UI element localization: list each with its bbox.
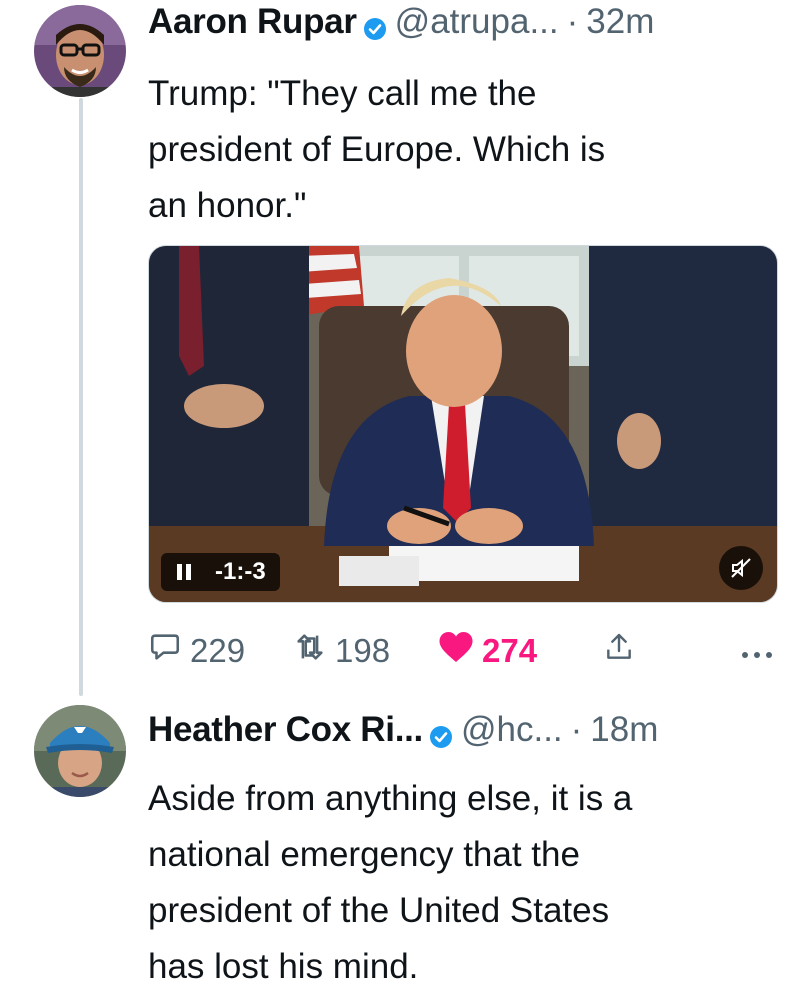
verified-badge-icon <box>363 10 387 40</box>
share-button[interactable] <box>603 631 643 671</box>
avatar-heather-cox-richardson[interactable] <box>34 705 126 797</box>
video-controls: -1:-3 <box>161 552 280 592</box>
mute-icon[interactable] <box>719 546 763 590</box>
author-name[interactable]: Heather Cox Ri... <box>148 710 423 750</box>
tweet-time[interactable]: 18m <box>590 710 658 750</box>
retweet-icon <box>293 630 335 672</box>
more-icon[interactable] <box>740 634 774 668</box>
tweet-1-header: Aaron Rupar @atrupa... · 32m <box>148 0 654 44</box>
retweet-count: 198 <box>335 632 391 669</box>
heart-icon <box>438 630 482 672</box>
author-name[interactable]: Aaron Rupar <box>148 2 357 42</box>
reply-count: 229 <box>190 632 246 669</box>
tweet-2-text: Aside from anything else, it is a nation… <box>148 779 633 986</box>
reply-icon <box>148 630 190 672</box>
video-frame <box>149 246 777 602</box>
tweet-video[interactable]: -1:-3 <box>148 245 778 603</box>
verified-badge-icon <box>429 718 453 748</box>
avatar-aaron-rupar[interactable] <box>34 5 126 97</box>
tweet-1-text: Trump: "They call me the president of Eu… <box>148 74 606 225</box>
header-separator: · <box>570 710 583 749</box>
reply-button[interactable]: 229 <box>148 630 293 672</box>
thread-connector-line <box>79 98 83 696</box>
share-icon <box>603 631 643 671</box>
like-count: 274 <box>482 632 538 669</box>
header-separator: · <box>566 2 579 41</box>
author-handle[interactable]: @hc... <box>461 710 563 750</box>
author-handle[interactable]: @atrupa... <box>395 2 559 42</box>
video-time-remaining: -1:-3 <box>207 553 280 591</box>
tweet-2-header: Heather Cox Ri... @hc... · 18m <box>148 708 658 752</box>
retweet-button[interactable]: 198 <box>293 630 438 672</box>
like-button[interactable]: 274 <box>438 630 603 672</box>
tweet-time[interactable]: 32m <box>586 2 654 42</box>
tweet-1-actions: 229 198 274 <box>148 628 774 674</box>
pause-icon[interactable] <box>161 553 207 591</box>
